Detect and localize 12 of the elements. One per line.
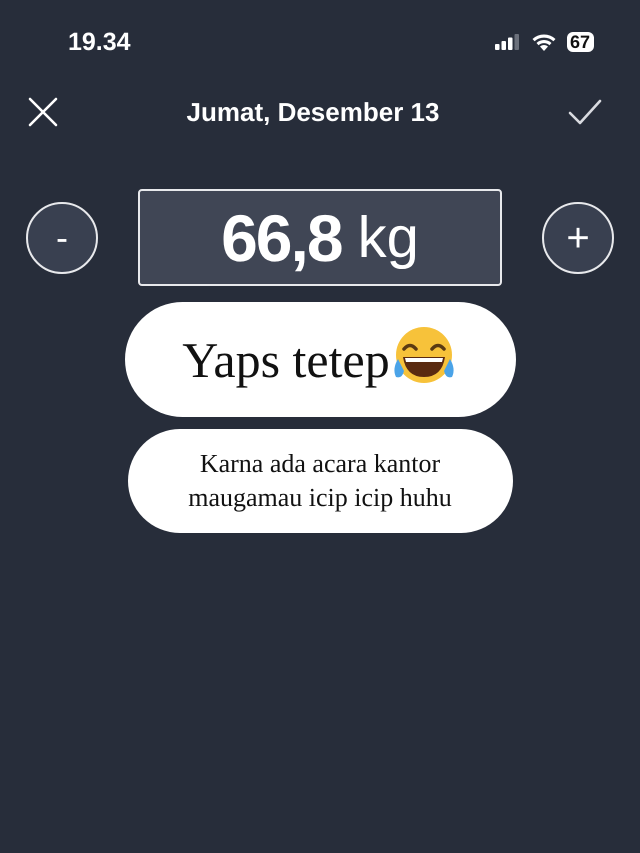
decrease-button[interactable]: -	[26, 202, 98, 274]
status-time: 19.34	[68, 28, 131, 56]
date-title: Jumat, Desember 13	[186, 96, 440, 128]
weight-field[interactable]: 66,8 kg	[138, 189, 502, 286]
battery-level-text: 67	[570, 32, 590, 52]
confirm-button[interactable]	[568, 99, 602, 125]
wifi-icon	[530, 33, 557, 51]
signal-icon	[494, 34, 521, 50]
increase-button[interactable]: +	[542, 202, 614, 274]
close-button[interactable]	[28, 97, 58, 127]
caption-text: Yaps tetep	[182, 330, 390, 388]
caption-text: Karna ada acara kantor maugamau icip icip huhu	[187, 448, 453, 514]
